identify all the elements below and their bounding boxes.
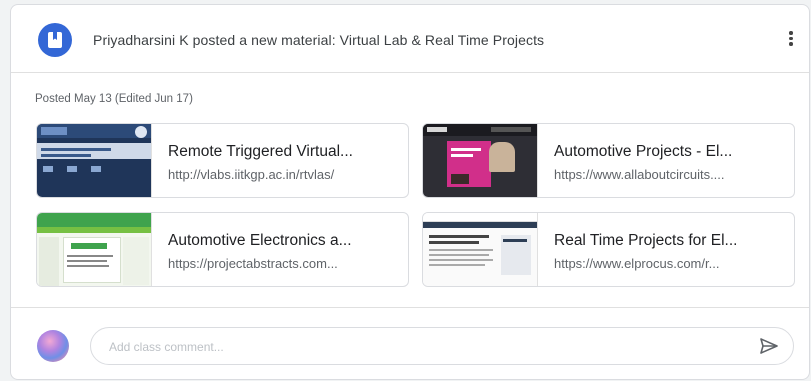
class-comment-input[interactable]	[107, 337, 731, 357]
link-thumbnail	[37, 124, 152, 197]
material-attachment-elprocus[interactable]: Real Time Projects for El... https://www…	[422, 212, 795, 287]
comment-footer	[11, 307, 809, 379]
post-date: Posted May 13 (Edited Jun 17)	[35, 93, 193, 105]
material-attachment-allaboutcircuits[interactable]: Automotive Projects - El... https://www.…	[422, 123, 795, 198]
class-comment-box[interactable]	[90, 327, 794, 365]
material-url: https://www.elprocus.com/r...	[554, 256, 720, 271]
post-header: Priyadharsini K posted a new material: V…	[11, 5, 809, 73]
send-icon[interactable]	[759, 337, 779, 355]
material-url: https://projectabstracts.com...	[168, 256, 338, 271]
link-thumbnail	[423, 124, 538, 197]
material-attachment-remote-lab[interactable]: Remote Triggered Virtual... http://vlabs…	[36, 123, 409, 198]
material-url: http://vlabs.iitkgp.ac.in/rtvlas/	[168, 167, 335, 182]
material-title[interactable]: Real Time Projects for El...	[554, 232, 737, 250]
link-thumbnail	[423, 213, 538, 286]
material-title[interactable]: Automotive Projects - El...	[554, 143, 732, 161]
material-url: https://www.allaboutcircuits....	[554, 167, 725, 182]
link-thumbnail	[37, 213, 152, 286]
more-vert-icon[interactable]	[787, 29, 795, 51]
material-icon	[38, 23, 72, 57]
post-title[interactable]: Priyadharsini K posted a new material: V…	[93, 32, 544, 48]
user-avatar	[37, 330, 69, 362]
material-title[interactable]: Remote Triggered Virtual...	[168, 143, 353, 161]
stream-post-card: Priyadharsini K posted a new material: V…	[10, 4, 810, 380]
material-title[interactable]: Automotive Electronics a...	[168, 232, 352, 250]
material-attachment-projectabstracts[interactable]: Automotive Electronics a... https://proj…	[36, 212, 409, 287]
